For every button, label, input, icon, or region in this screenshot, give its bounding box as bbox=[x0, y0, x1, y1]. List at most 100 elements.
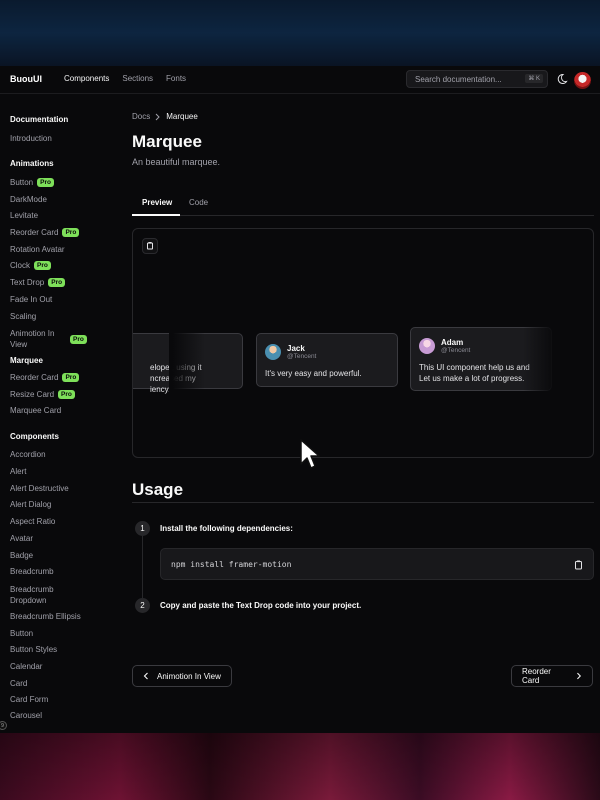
sidebar-item-label: Introduction bbox=[10, 134, 52, 143]
sidebar-item[interactable]: Fade In Out bbox=[10, 295, 110, 304]
sidebar-item[interactable]: Button Styles bbox=[10, 645, 110, 654]
search-shortcut: ⌘ K bbox=[525, 74, 543, 83]
sidebar-item-label: Marquee Card bbox=[10, 406, 62, 415]
sidebar-item[interactable]: Resize Card Pro bbox=[10, 390, 110, 400]
sidebar-item[interactable]: Marquee bbox=[10, 356, 110, 365]
sidebar-item-label: Text Drop bbox=[10, 278, 45, 287]
sidebar-item[interactable]: Accordion bbox=[10, 450, 110, 459]
user-avatar[interactable] bbox=[574, 72, 591, 89]
desktop-wallpaper-bottom bbox=[0, 733, 600, 800]
sidebar-item[interactable]: Marquee Card bbox=[10, 406, 110, 415]
copy-button[interactable] bbox=[142, 238, 158, 254]
nav-fonts[interactable]: Fonts bbox=[166, 74, 186, 83]
next-page-button[interactable]: Reorder Card bbox=[511, 665, 593, 687]
sidebar-item[interactable]: Aspect Ratio bbox=[10, 517, 110, 526]
sidebar-item-label: Aspect Ratio bbox=[10, 517, 56, 526]
sidebar-item-label: Alert bbox=[10, 467, 27, 476]
search-input[interactable]: Search documentation... ⌘ K bbox=[406, 70, 548, 88]
card-handle: @Tencent bbox=[441, 347, 471, 354]
sidebar-item-label: Carousel bbox=[10, 711, 43, 720]
card-handle: @Tencent bbox=[287, 353, 317, 360]
page-title: Marquee bbox=[132, 132, 202, 151]
sidebar-item[interactable]: Badge bbox=[10, 551, 110, 560]
breadcrumb-current: Marquee bbox=[166, 112, 198, 121]
brand-logo[interactable]: BuouUI bbox=[10, 74, 42, 84]
chevron-right-icon bbox=[577, 672, 582, 680]
sidebar-item[interactable]: Carousel bbox=[10, 711, 110, 720]
sidebar-item[interactable]: Calendar bbox=[10, 662, 110, 671]
pro-badge: Pro bbox=[34, 261, 51, 270]
sidebar-item-label: Animotion In View bbox=[10, 329, 55, 349]
sidebar: Documentation Introduction Animations Butto… bbox=[0, 94, 118, 733]
sidebar-item[interactable]: Card Form bbox=[10, 695, 110, 704]
sidebar-item-label: Reorder Card bbox=[10, 373, 59, 382]
clipboard-icon[interactable] bbox=[574, 560, 583, 570]
sidebar-item[interactable]: Rotation Avatar bbox=[10, 245, 110, 254]
sidebar-item-label: Alert Dialog bbox=[10, 500, 52, 509]
tab-code[interactable]: Code bbox=[189, 198, 208, 216]
mouse-cursor-icon bbox=[300, 439, 320, 469]
code-block: npm install framer-motion bbox=[160, 548, 594, 580]
avatar bbox=[265, 344, 281, 360]
step-text: Install the following dependencies: bbox=[160, 524, 293, 533]
step-number: 1 bbox=[135, 521, 150, 536]
sidebar-section-heading: Documentation bbox=[10, 115, 69, 124]
theme-toggle-icon[interactable] bbox=[556, 73, 568, 85]
sidebar-item[interactable]: Introduction bbox=[10, 134, 110, 143]
sidebar-item-label: Badge bbox=[10, 551, 34, 560]
sidebar-item-label: Accordion bbox=[10, 450, 46, 459]
sidebar-item-label: Levitate bbox=[10, 211, 39, 220]
sidebar-item[interactable]: Alert bbox=[10, 467, 110, 476]
chevron-left-icon bbox=[143, 672, 148, 680]
sidebar-item-label: Button bbox=[10, 629, 34, 638]
pro-badge: Pro bbox=[37, 178, 54, 187]
card-text: It's very easy and powerful. bbox=[265, 369, 362, 378]
pro-badge: Pro bbox=[58, 390, 75, 399]
sidebar-item[interactable]: Button bbox=[10, 629, 110, 638]
sidebar-section-heading: Components bbox=[10, 432, 59, 441]
tab-preview[interactable]: Preview bbox=[132, 198, 180, 216]
sidebar-item[interactable]: Scaling bbox=[10, 312, 110, 321]
top-nav: Components Sections Fonts bbox=[64, 74, 186, 83]
sidebar-item[interactable]: Avatar bbox=[10, 534, 110, 543]
breadcrumb-docs[interactable]: Docs bbox=[132, 112, 150, 121]
sidebar-item[interactable]: DarkMode bbox=[10, 195, 110, 204]
sidebar-item-label: Button bbox=[10, 178, 34, 187]
sidebar-item-label: Fade In Out bbox=[10, 295, 53, 304]
sidebar-item[interactable]: Button Pro bbox=[10, 178, 110, 188]
sidebar-item[interactable]: Reorder Card Pro bbox=[10, 373, 110, 383]
sidebar-item[interactable]: Text Drop Pro bbox=[10, 278, 110, 288]
sidebar-item[interactable]: Alert Dialog bbox=[10, 500, 110, 509]
sidebar-item-label: Breadcrumb Dropdown bbox=[10, 585, 54, 605]
sidebar-item[interactable]: Reorder Card Pro bbox=[10, 228, 110, 238]
app-window: BuouUI Components Sections Fonts Search … bbox=[0, 66, 600, 733]
sidebar-item-label: Button Styles bbox=[10, 645, 58, 654]
sidebar-item-label: Alert Destructive bbox=[10, 484, 69, 493]
sidebar-item[interactable]: Breadcrumb Ellipsis bbox=[10, 612, 110, 621]
step-text: Copy and paste the Text Drop code into y… bbox=[160, 601, 362, 610]
step-connector bbox=[142, 524, 143, 604]
code-text[interactable]: npm install framer-motion bbox=[171, 560, 291, 569]
sidebar-item-label: DarkMode bbox=[10, 195, 47, 204]
main-content: Docs Marquee Marquee An beautiful marque… bbox=[132, 94, 594, 733]
sidebar-item-label: Rotation Avatar bbox=[10, 245, 65, 254]
clipboard-icon bbox=[147, 242, 153, 250]
pro-badge: Pro bbox=[62, 373, 80, 382]
search-placeholder: Search documentation... bbox=[415, 75, 502, 84]
nav-components[interactable]: Components bbox=[64, 74, 109, 83]
sidebar-item-label: Reorder Card bbox=[10, 228, 59, 237]
sidebar-item[interactable]: Breadcrumb Dropdown bbox=[10, 584, 110, 606]
sidebar-item[interactable]: Animotion In View Pro bbox=[10, 328, 110, 350]
sidebar-item-label: Resize Card bbox=[10, 390, 55, 399]
nav-sections[interactable]: Sections bbox=[122, 74, 153, 83]
sidebar-item[interactable]: Clock Pro bbox=[10, 261, 110, 271]
sidebar-item-label: Card bbox=[10, 679, 28, 688]
sidebar-item[interactable]: Breadcrumb bbox=[10, 567, 110, 576]
avatar bbox=[419, 338, 435, 354]
sidebar-item[interactable]: Alert Destructive bbox=[10, 484, 110, 493]
sidebar-item[interactable]: Card bbox=[10, 679, 110, 688]
prev-page-button[interactable]: Animotion In View bbox=[132, 665, 232, 687]
sidebar-item[interactable]: Levitate bbox=[10, 211, 110, 220]
prev-page-label: Animotion In View bbox=[157, 671, 221, 681]
step-number: 2 bbox=[135, 598, 150, 613]
